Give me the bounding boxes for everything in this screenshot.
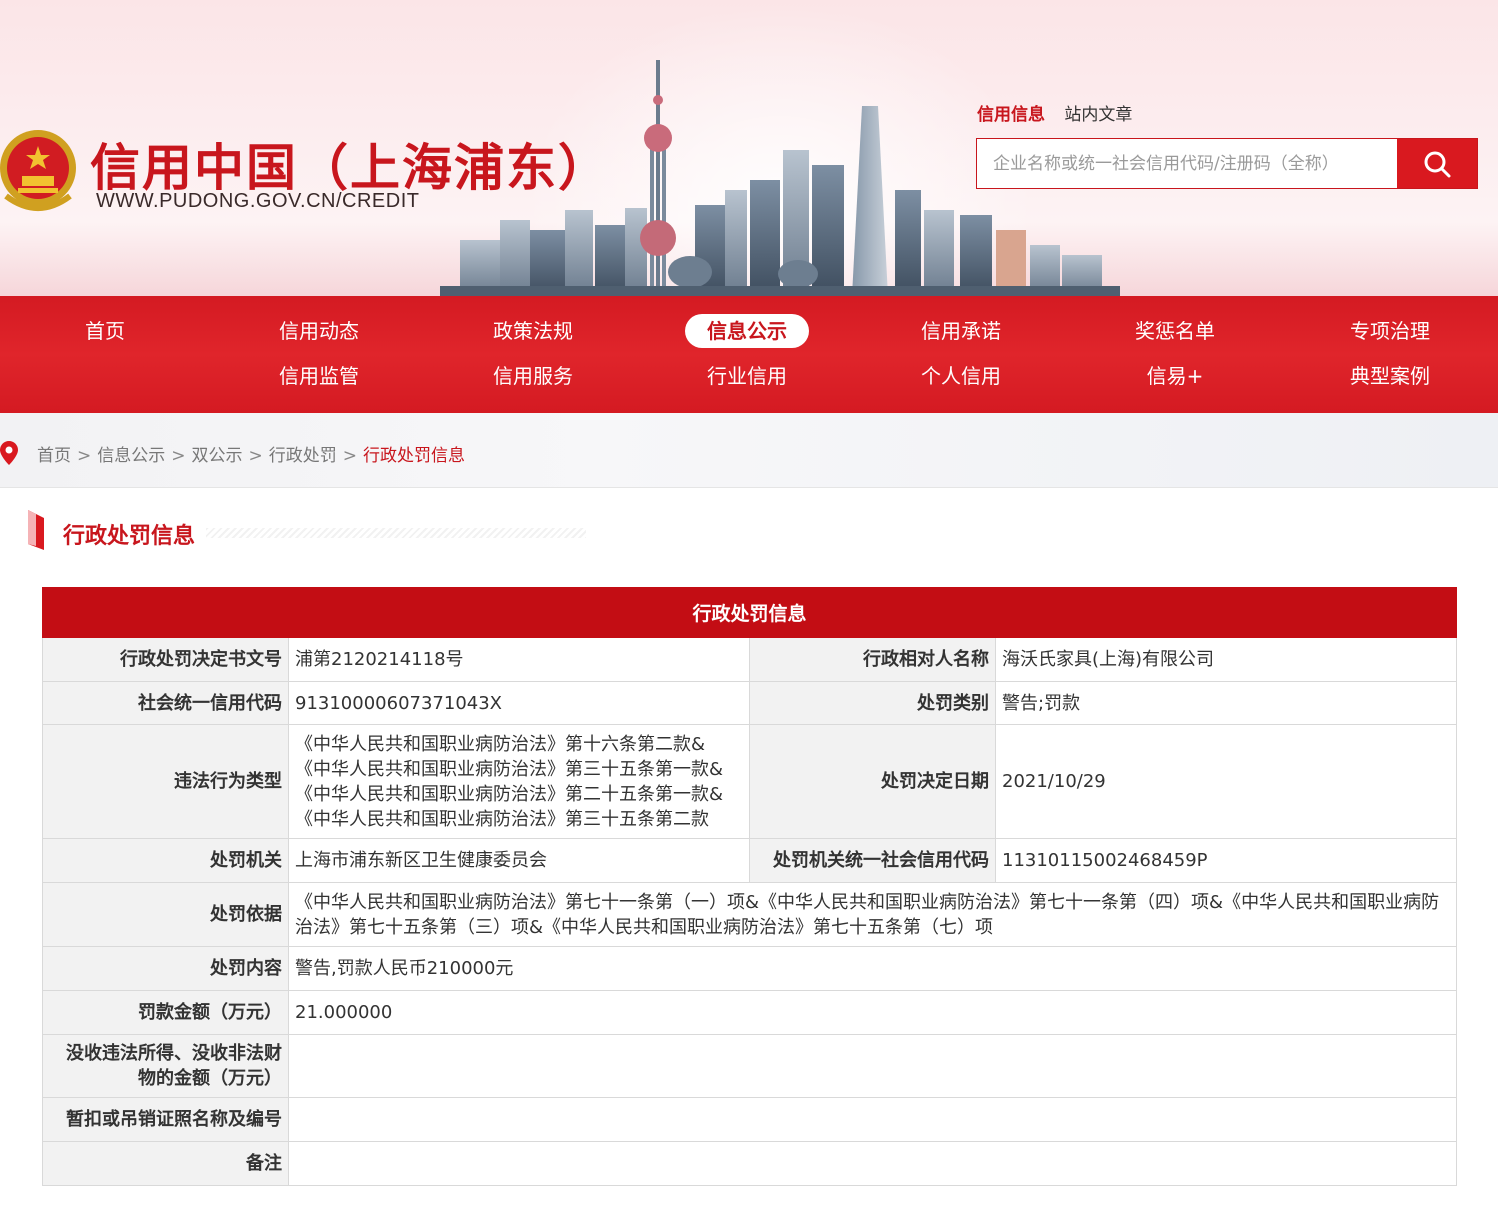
section-title: 行政处罚信息 <box>63 524 196 549</box>
violation-line: 《中华人民共和国职业病防治法》第三十五条第一款& <box>295 758 724 780</box>
penalty-info-table: 行政处罚信息 行政处罚决定书文号 浦第2120214118号 行政相对人名称 海… <box>42 587 1457 1186</box>
nav-personal-credit[interactable]: 个人信用 <box>921 359 1001 393</box>
section-header: 行政处罚信息 <box>26 510 726 552</box>
value-fine: 21.000000 <box>288 990 1457 1035</box>
nav-row-1: 首页 信用动态 政策法规 信息公示 信用承诺 奖惩名单 专项治理 <box>0 314 1498 354</box>
section-flag-icon <box>28 510 44 550</box>
breadcrumb: 首页 > 信息公示 > 双公示 > 行政处罚 > 行政处罚信息 <box>37 441 465 466</box>
value-license <box>288 1097 1457 1142</box>
table-row: 处罚依据 《中华人民共和国职业病防治法》第七十一条第（一）项&《中华人民共和国职… <box>42 882 1457 947</box>
label-content: 处罚内容 <box>42 946 289 991</box>
breadcrumb-separator: > <box>171 446 186 466</box>
table-row: 违法行为类型 《中华人民共和国职业病防治法》第十六条第二款& 《中华人民共和国职… <box>42 724 1457 839</box>
value-confiscation <box>288 1034 1457 1098</box>
value-remark <box>288 1141 1457 1186</box>
value-basis: 《中华人民共和国职业病防治法》第七十一条第（一）项&《中华人民共和国职业病防治法… <box>288 882 1457 947</box>
nav-policy[interactable]: 政策法规 <box>493 314 573 348</box>
nav-industry-credit[interactable]: 行业信用 <box>707 359 787 393</box>
location-pin-icon <box>0 441 18 465</box>
tab-site-articles[interactable]: 站内文章 <box>1064 105 1132 125</box>
label-fine: 罚款金额（万元） <box>42 990 289 1035</box>
value-decision-date: 2021/10/29 <box>995 724 1457 839</box>
main-nav: 首页 信用动态 政策法规 信息公示 信用承诺 奖惩名单 专项治理 信用监管 信用… <box>0 296 1498 413</box>
violation-line: 《中华人民共和国职业病防治法》第二十五条第一款& <box>295 783 724 805</box>
nav-xinyi-plus[interactable]: 信易+ <box>1147 359 1204 393</box>
label-party: 行政相对人名称 <box>749 637 996 682</box>
table-row: 处罚机关 上海市浦东新区卫生健康委员会 处罚机关统一社会信用代码 1131011… <box>42 838 1457 883</box>
value-decision-no: 浦第2120214118号 <box>288 637 750 682</box>
search-input[interactable] <box>977 139 1397 188</box>
table-row: 备注 <box>42 1141 1457 1186</box>
table-caption-row: 行政处罚信息 <box>42 587 1457 638</box>
value-credit-code: 91310000607371043X <box>288 681 750 725</box>
value-authority-code: 11310115002468459P <box>995 838 1457 883</box>
nav-credit-service[interactable]: 信用服务 <box>493 359 573 393</box>
nav-special-governance[interactable]: 专项治理 <box>1350 314 1430 348</box>
label-credit-code: 社会统一信用代码 <box>42 681 289 725</box>
value-penalty-type: 警告;罚款 <box>995 681 1457 725</box>
breadcrumb-home[interactable]: 首页 <box>37 446 71 466</box>
breadcrumb-admin-penalty[interactable]: 行政处罚 <box>269 446 337 466</box>
label-basis: 处罚依据 <box>42 882 289 947</box>
site-url: WWW.PUDONG.GOV.CN/CREDIT <box>96 190 420 212</box>
label-violation: 违法行为类型 <box>42 724 289 839</box>
nav-credit-news[interactable]: 信用动态 <box>279 314 359 348</box>
national-emblem-icon <box>0 130 76 211</box>
nav-reward-punish-list[interactable]: 奖惩名单 <box>1135 314 1215 348</box>
search-button[interactable] <box>1397 139 1477 188</box>
site-header: 信用中国（上海浦东） WWW.PUDONG.GOV.CN/CREDIT 信用信息… <box>0 0 1498 296</box>
violation-line: 《中华人民共和国职业病防治法》第十六条第二款& <box>295 733 706 755</box>
value-authority: 上海市浦东新区卫生健康委员会 <box>288 838 750 883</box>
breadcrumb-current: 行政处罚信息 <box>363 446 465 466</box>
value-violation: 《中华人民共和国职业病防治法》第十六条第二款& 《中华人民共和国职业病防治法》第… <box>288 724 750 839</box>
table-row: 罚款金额（万元） 21.000000 <box>42 990 1457 1035</box>
table-row: 社会统一信用代码 91310000607371043X 处罚类别 警告;罚款 <box>42 681 1457 725</box>
breadcrumb-info-disclosure[interactable]: 信息公示 <box>97 446 165 466</box>
tab-credit-info[interactable]: 信用信息 <box>977 105 1045 125</box>
label-remark: 备注 <box>42 1141 289 1186</box>
nav-credit-supervision[interactable]: 信用监管 <box>279 359 359 393</box>
nav-typical-cases[interactable]: 典型案例 <box>1350 359 1430 393</box>
breadcrumb-separator: > <box>77 446 92 466</box>
section-divider <box>206 528 586 538</box>
label-penalty-type: 处罚类别 <box>749 681 996 725</box>
label-decision-date: 处罚决定日期 <box>749 724 996 839</box>
search-icon <box>1424 151 1451 177</box>
breadcrumb-double-disclosure[interactable]: 双公示 <box>192 446 243 466</box>
nav-home[interactable]: 首页 <box>85 314 125 348</box>
value-content: 警告,罚款人民币210000元 <box>288 946 1457 991</box>
nav-info-disclosure[interactable]: 信息公示 <box>685 314 809 348</box>
search-tabs: 信用信息 站内文章 <box>977 100 1146 125</box>
label-confiscation: 没收违法所得、没收非法财物的金额（万元） <box>42 1034 289 1098</box>
table-row: 行政处罚决定书文号 浦第2120214118号 行政相对人名称 海沃氏家具(上海… <box>42 637 1457 682</box>
nav-credit-commitment[interactable]: 信用承诺 <box>921 314 1001 348</box>
label-authority: 处罚机关 <box>42 838 289 883</box>
breadcrumb-separator: > <box>342 446 357 466</box>
table-row: 处罚内容 警告,罚款人民币210000元 <box>42 946 1457 991</box>
nav-row-2: 信用监管 信用服务 行业信用 个人信用 信易+ 典型案例 <box>0 359 1498 399</box>
breadcrumb-separator: > <box>248 446 263 466</box>
value-party: 海沃氏家具(上海)有限公司 <box>995 637 1457 682</box>
violation-line: 《中华人民共和国职业病防治法》第三十五条第二款 <box>295 808 709 830</box>
label-decision-no: 行政处罚决定书文号 <box>42 637 289 682</box>
label-license: 暂扣或吊销证照名称及编号 <box>42 1097 289 1142</box>
label-authority-code: 处罚机关统一社会信用代码 <box>749 838 996 883</box>
breadcrumb-bar: 首页 > 信息公示 > 双公示 > 行政处罚 > 行政处罚信息 <box>0 413 1498 488</box>
table-row: 没收违法所得、没收非法财物的金额（万元） <box>42 1034 1457 1098</box>
table-caption: 行政处罚信息 <box>42 587 1457 638</box>
table-row: 暂扣或吊销证照名称及编号 <box>42 1097 1457 1142</box>
search-box <box>976 138 1478 189</box>
